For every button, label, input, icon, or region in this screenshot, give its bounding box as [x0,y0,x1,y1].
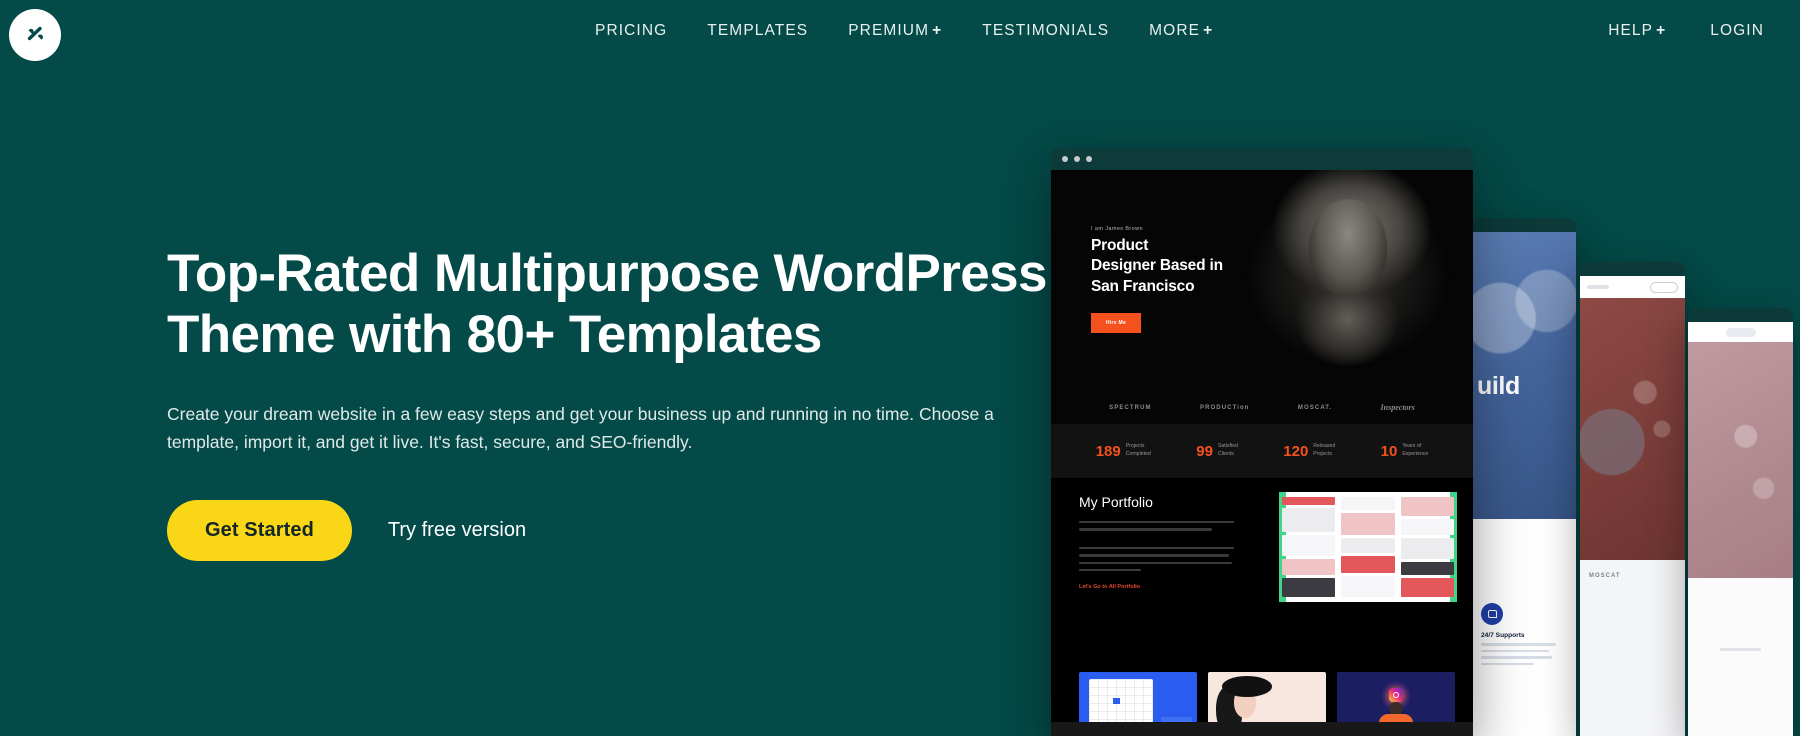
support-chat-icon [1481,603,1503,625]
background-screenshot-blue: uild 24/7 Supports [1471,218,1576,736]
hero-actions: Get Started Try free version [167,499,1047,561]
nav-label: LOGIN [1710,22,1764,39]
main-browser-mockup: I am James Brown Product Designer Based … [1051,148,1473,736]
nav-item-templates[interactable]: TEMPLATES [707,22,808,40]
screenshot-pill [1725,327,1756,337]
nav-item-premium[interactable]: PREMIUM + [848,22,942,40]
brand-inspectors: Inspectors [1380,403,1415,412]
screenshot-lower [1688,578,1793,736]
nav-item-login[interactable]: LOGIN [1710,22,1764,40]
nav-label: PRICING [595,22,668,39]
mockup-footer [1051,722,1473,736]
stat-label: Projects Completed [1125,443,1151,457]
supports-card-title: 24/7 Supports [1481,632,1525,639]
stat-number: 99 [1196,442,1213,460]
mockup-headline: Product Designer Based in San Francisco [1091,237,1223,295]
stat-item: 99 Satisfied Clients [1196,443,1238,460]
chevron-plus-icon: + [1203,22,1214,39]
stat-item: 189 Projects Completed [1096,443,1151,460]
portrait-photo [1240,170,1455,414]
screenshot-body: uild 24/7 Supports [1471,232,1576,736]
stat-number: 189 [1095,442,1121,460]
nav-label: TESTIMONIALS [982,22,1110,39]
nav-label: HELP [1608,22,1654,39]
stat-number: 120 [1283,442,1309,460]
chevron-plus-icon: + [1656,22,1667,39]
nav-label: PREMIUM [848,22,930,39]
nav-label: TEMPLATES [707,22,809,39]
supports-card: 24/7 Supports [1481,533,1566,666]
text-line [1481,643,1556,646]
primary-navigation: PRICING TEMPLATES PREMIUM + TESTIMONIALS … [595,22,1213,40]
chevron-plus-icon: + [932,22,943,39]
stat-label: Satisfied Clients [1217,443,1238,457]
stats-band: 189 Projects Completed 99 Satisfied Clie… [1051,424,1473,478]
screenshot-lower: 24/7 Supports [1471,519,1576,736]
stat-label: Released Projects [1313,443,1336,457]
window-minimize-dot-icon[interactable] [1074,156,1080,162]
text-line [1481,662,1534,666]
portfolio-preview-image [1279,492,1457,602]
text-line [1481,649,1549,653]
window-close-dot-icon[interactable] [1062,156,1068,162]
stat-item: 10 Years of Experience [1381,443,1429,460]
brand-spectrum: SPECTRUM [1109,404,1152,411]
portfolio-link[interactable]: Let's Go to All Portfolio [1079,584,1234,590]
nav-item-help[interactable]: HELP + [1608,22,1666,40]
brand-logo-row: SPECTRUM PRODUCTion MOSCAT. Inspectors [1051,403,1473,412]
screenshot-lower: MOSCAT [1580,560,1685,736]
portfolio-section: My Portfolio Let's Go to All Portfolio [1051,478,1473,736]
nav-item-more[interactable]: MORE + [1149,22,1213,40]
brand-logo-icon[interactable] [9,9,61,61]
portfolio-text: Let's Go to All Portfolio [1079,521,1234,590]
stat-label: Years of Experience [1402,443,1429,457]
screenshot-topbar [1688,322,1793,342]
screenshot-brand: MOSCAT [1589,573,1621,579]
screenshot-hero-image [1580,298,1685,560]
mockup-hero: I am James Brown Product Designer Based … [1051,170,1473,424]
nav-item-pricing[interactable]: PRICING [595,22,667,40]
window-chrome [1580,262,1685,276]
hat-icon [1222,676,1272,697]
browser-chrome [1051,148,1473,170]
calendar-selected-day [1113,698,1120,704]
screenshot-hero-image [1688,342,1793,578]
screenshot-headline: uild [1477,372,1520,400]
screenshot-cta-pill [1650,281,1678,293]
window-chrome [1471,218,1576,232]
site-header: PRICING TEMPLATES PREMIUM + TESTIMONIALS … [0,0,1800,80]
background-screenshot-pink [1688,308,1793,736]
screenshot-body: MOSCAT [1580,276,1685,736]
brand-production: PRODUCTion [1200,404,1250,411]
page-title: Top-Rated Multipurpose WordPress Theme w… [167,244,1047,365]
brand-moscat: MOSCAT. [1297,404,1333,411]
window-maximize-dot-icon[interactable] [1086,156,1092,162]
try-free-version-link[interactable]: Try free version [382,509,532,552]
screenshot-body [1688,322,1793,736]
stat-number: 10 [1380,442,1398,460]
get-started-button[interactable]: Get Started [167,499,352,561]
instagram-icon [1389,688,1403,702]
window-chrome [1688,308,1793,322]
hero-section: Top-Rated Multipurpose WordPress Theme w… [167,243,1047,561]
mockup-kicker: I am James Brown [1091,226,1143,232]
browser-viewport: I am James Brown Product Designer Based … [1051,170,1473,736]
text-line [1481,656,1553,659]
screenshot-hero-image: uild [1471,232,1576,519]
background-screenshot-red: MOSCAT [1580,262,1685,736]
hero-subtitle: Create your dream website in a few easy … [167,403,994,453]
hire-me-button[interactable]: Hire Me [1091,313,1141,333]
nav-item-testimonials[interactable]: TESTIMONIALS [982,22,1109,40]
stat-item: 120 Released Projects [1283,443,1335,460]
screenshot-topbar [1580,276,1685,298]
nav-label: MORE [1149,22,1201,39]
utility-navigation: HELP + LOGIN [1608,22,1764,40]
text-line [1720,648,1761,651]
